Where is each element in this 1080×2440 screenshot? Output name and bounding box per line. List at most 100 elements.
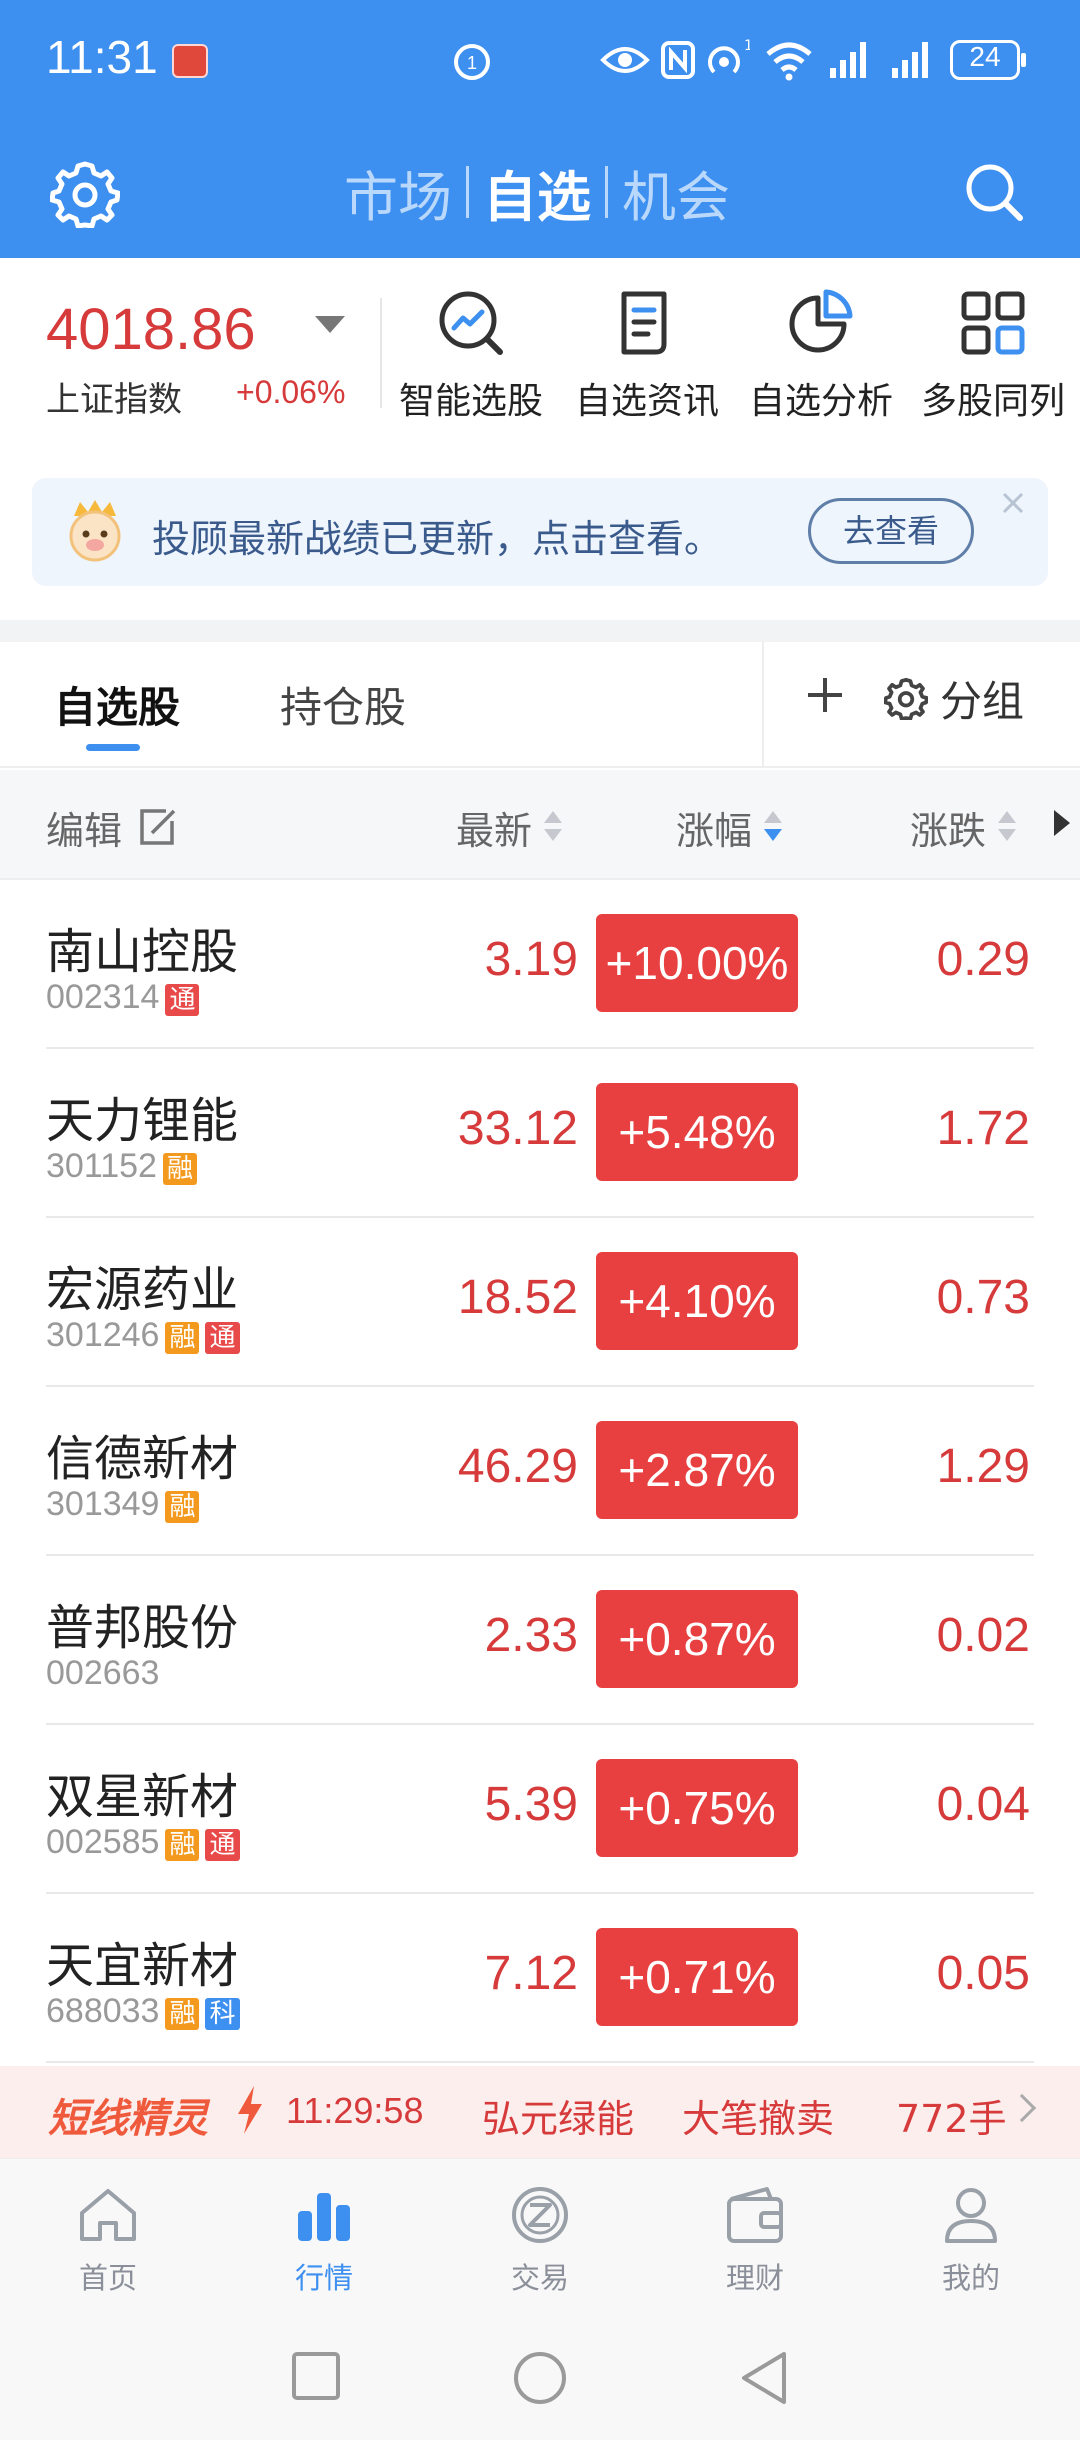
stock-name: 普邦股份 xyxy=(46,1600,239,1656)
shortcut-label: 自选资讯 xyxy=(574,381,719,422)
stock-change: 0.02 xyxy=(936,1609,1030,1662)
chevron-right-icon xyxy=(1007,2093,1037,2123)
tab-opportunity[interactable]: 机会 xyxy=(614,153,738,232)
stock-change: 0.73 xyxy=(936,1271,1030,1324)
index-dropdown-caret-icon[interactable] xyxy=(315,316,345,333)
sort-arrows-icon xyxy=(544,810,563,845)
settings-gear-icon[interactable] xyxy=(50,158,120,228)
stock-name: 双星新材 xyxy=(46,1769,239,1825)
add-icon[interactable] xyxy=(800,670,850,720)
nav-home[interactable]: 首页 xyxy=(33,2185,183,2297)
nav-label: 行情 xyxy=(294,2261,353,2295)
shortcut-watch-news[interactable]: 自选资讯 xyxy=(562,288,732,438)
shortcut-label: 多股同列 xyxy=(920,381,1065,422)
hotspot-icon: 1 xyxy=(708,38,750,74)
table-row[interactable]: 双星新材 002585 融通 5.39 +0.75% 0.04 xyxy=(0,1725,1080,1894)
shortcut-label: 智能选股 xyxy=(398,381,543,422)
stock-pct-badge: +0.71% xyxy=(596,1928,798,2026)
close-icon[interactable] xyxy=(998,488,1028,518)
app-header: 11:31 1 1 24 市场 自选 机会 xyxy=(0,0,1080,258)
ticker-stock: 弘元绿能 xyxy=(482,2097,635,2141)
market-tabs: 市场 自选 机会 xyxy=(336,152,738,232)
user-icon xyxy=(945,2188,997,2243)
table-row[interactable]: 信德新材 301349 融 46.29 +2.87% 1.29 xyxy=(0,1387,1080,1556)
tab-divider xyxy=(605,166,608,218)
stock-code-line: 002663 xyxy=(46,1654,159,1693)
status-icons: 1 1 24 xyxy=(0,34,1080,86)
index-value[interactable]: 4018.86 xyxy=(46,296,256,363)
stock-code-line: 301349 融 xyxy=(46,1485,200,1524)
index-change: +0.06% xyxy=(236,374,346,410)
table-row[interactable]: 天力锂能 301152 融 33.12 +5.48% 1.72 xyxy=(0,1049,1080,1218)
nav-label: 首页 xyxy=(78,2261,137,2295)
stock-pct-badge: +0.75% xyxy=(596,1759,798,1857)
tab-watchlist[interactable]: 自选 xyxy=(475,153,599,232)
edit-button[interactable]: 编辑 xyxy=(46,800,178,855)
short-term-ticker[interactable]: 短线精灵 11:29:58 弘元绿能 大笔撤卖 772手 xyxy=(0,2066,1080,2158)
table-row[interactable]: 天宜新材 688033 融科 7.12 +0.71% 0.05 xyxy=(0,1894,1080,2063)
table-row[interactable]: 普邦股份 002663 2.33 +0.87% 0.02 xyxy=(0,1556,1080,1725)
stock-pct-badge: +10.00% xyxy=(596,914,798,1012)
tab-market[interactable]: 市场 xyxy=(336,153,460,232)
stock-code-line: 301246 融通 xyxy=(46,1316,240,1355)
status-bar: 11:31 1 1 24 xyxy=(0,0,1080,120)
table-row[interactable]: 宏源药业 301246 融通 18.52 +4.10% 0.73 xyxy=(0,1218,1080,1387)
stock-change: 1.29 xyxy=(936,1440,1030,1493)
stock-tag-badge: 融 xyxy=(165,1829,200,1861)
ticker-brand: 短线精灵 xyxy=(48,2096,208,2142)
divider xyxy=(762,642,764,768)
stock-name: 天宜新材 xyxy=(46,1938,239,1994)
home-circle-icon[interactable] xyxy=(512,2350,568,2406)
column-pct-label: 涨幅 xyxy=(676,809,753,853)
watchlist-tabs: 自选股 持仓股 分组 xyxy=(0,642,1080,768)
stock-change: 0.29 xyxy=(936,933,1030,986)
bar-chart-icon xyxy=(298,2193,350,2241)
shortcut-smart-pick[interactable]: 智能选股 xyxy=(386,288,556,438)
stock-code: 002663 xyxy=(46,1654,160,1692)
stock-code: 002314 xyxy=(46,978,160,1016)
nav-finance[interactable]: 理财 xyxy=(680,2185,830,2297)
stock-name: 宏源药业 xyxy=(46,1262,239,1318)
nav-market[interactable]: 行情 xyxy=(249,2185,399,2297)
advisor-notice-banner[interactable]: 投顾最新战绩已更新，点击查看。 去查看 xyxy=(32,478,1048,586)
stock-price: 5.39 xyxy=(484,1778,578,1831)
recent-apps-icon[interactable] xyxy=(290,2350,342,2402)
nav-trade[interactable]: 交易 xyxy=(465,2185,615,2297)
stock-change: 0.04 xyxy=(936,1778,1030,1831)
stock-code-line: 002314 通 xyxy=(46,978,200,1017)
stock-tag-badge: 通 xyxy=(165,984,200,1016)
column-change-label: 涨跌 xyxy=(910,809,987,853)
svg-text:1: 1 xyxy=(467,53,477,73)
shortcut-label: 自选分析 xyxy=(748,381,893,422)
sort-pct[interactable]: 涨幅 xyxy=(676,800,783,855)
stock-tag-badge: 融 xyxy=(165,1491,200,1523)
stock-pct-badge: +2.87% xyxy=(596,1421,798,1519)
home-icon xyxy=(80,2189,136,2241)
back-triangle-icon[interactable] xyxy=(738,2350,790,2406)
tab-watch-stocks[interactable]: 自选股 xyxy=(54,674,180,735)
nav-profile[interactable]: 我的 xyxy=(896,2185,1046,2297)
battery-level: 24 xyxy=(969,41,1001,72)
shortcut-watch-analysis[interactable]: 自选分析 xyxy=(736,288,906,438)
stock-price: 33.12 xyxy=(457,1102,578,1155)
ticker-volume: 772手 xyxy=(896,2097,1007,2141)
group-button[interactable]: 分组 xyxy=(884,670,1024,726)
more-columns-arrow-icon[interactable] xyxy=(1054,810,1070,836)
sort-latest[interactable]: 最新 xyxy=(456,800,563,855)
battery-indicator: 24 xyxy=(950,40,1028,80)
sort-change[interactable]: 涨跌 xyxy=(910,800,1017,855)
search-icon[interactable] xyxy=(960,158,1030,228)
nav-label: 理财 xyxy=(725,2261,784,2295)
nav-label: 我的 xyxy=(941,2261,1000,2295)
nfc-icon xyxy=(661,41,695,79)
tab-holdings[interactable]: 持仓股 xyxy=(280,674,406,735)
notice-view-button[interactable]: 去查看 xyxy=(808,498,974,564)
system-navigation-bar xyxy=(0,2314,1080,2440)
edit-label: 编辑 xyxy=(46,809,123,853)
stock-price: 46.29 xyxy=(457,1440,578,1493)
stock-pct-badge: +0.87% xyxy=(596,1590,798,1688)
table-row[interactable]: 南山控股 002314 通 3.19 +10.00% 0.29 xyxy=(0,880,1080,1049)
sort-desc-icon xyxy=(764,810,783,845)
stock-price: 2.33 xyxy=(484,1609,578,1662)
shortcut-multi-stock[interactable]: 多股同列 xyxy=(908,288,1078,438)
